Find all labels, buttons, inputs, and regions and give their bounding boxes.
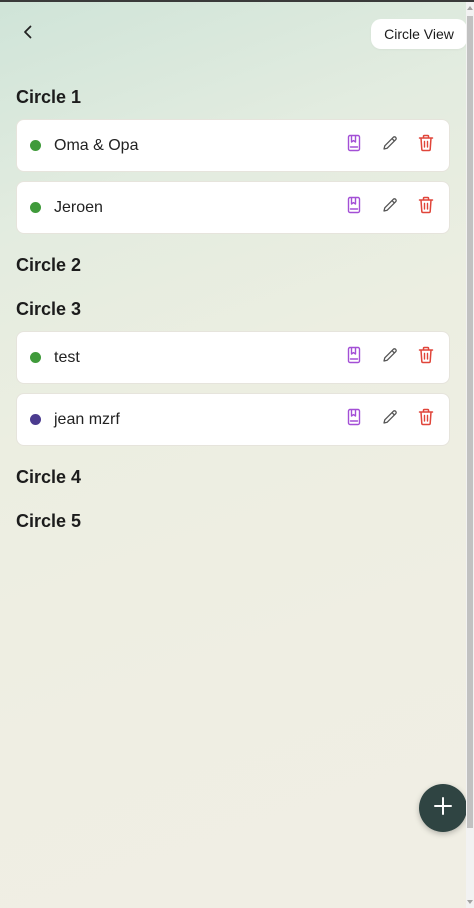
person-card[interactable]: test (16, 331, 450, 384)
journal-icon (346, 134, 362, 157)
journal-icon (346, 346, 362, 369)
edit-button[interactable] (378, 408, 402, 432)
edit-button[interactable] (378, 196, 402, 220)
circle-title: Circle 2 (16, 255, 82, 275)
person-card[interactable]: Jeroen (16, 181, 450, 234)
journal-button[interactable] (342, 134, 366, 158)
delete-button[interactable] (414, 196, 438, 220)
circle-list: Circle 1 Oma & Opa Jeroen Circle 2 Circl… (16, 86, 450, 543)
person-name: jean mzrf (54, 410, 120, 428)
pencil-icon (381, 408, 399, 431)
scroll-down-arrow[interactable] (466, 896, 474, 908)
status-dot (30, 414, 41, 425)
circle-section: Circle 4 (16, 466, 450, 488)
journal-button[interactable] (342, 346, 366, 370)
plus-icon (433, 796, 453, 821)
trash-icon (418, 196, 434, 219)
circle-section: Circle 5 (16, 510, 450, 532)
delete-button[interactable] (414, 408, 438, 432)
circle-section: Circle 2 (16, 254, 450, 276)
circle-title: Circle 1 (16, 87, 82, 107)
pencil-icon (381, 346, 399, 369)
status-dot (30, 140, 41, 151)
person-name: test (54, 348, 80, 366)
person-actions (330, 134, 438, 158)
scrollbar-thumb[interactable] (467, 16, 473, 828)
trash-icon (418, 408, 434, 431)
circle-title: Circle 3 (16, 299, 82, 319)
delete-button[interactable] (414, 346, 438, 370)
person-name: Jeroen (54, 198, 103, 216)
person-card[interactable]: Oma & Opa (16, 119, 450, 172)
circle-section: Circle 3 test jean mzrf (16, 298, 450, 446)
back-button[interactable] (14, 20, 42, 48)
journal-button[interactable] (342, 408, 366, 432)
trash-icon (418, 134, 434, 157)
journal-button[interactable] (342, 196, 366, 220)
circle-section: Circle 1 Oma & Opa Jeroen (16, 86, 450, 234)
status-dot (30, 352, 41, 363)
vertical-scrollbar[interactable] (466, 2, 474, 908)
add-person-button[interactable] (419, 784, 467, 832)
pencil-icon (381, 134, 399, 157)
person-actions (330, 196, 438, 220)
trash-icon (418, 346, 434, 369)
circle-view-button[interactable]: Circle View (371, 19, 467, 49)
circle-title: Circle 4 (16, 467, 82, 487)
person-actions (330, 346, 438, 370)
scroll-up-arrow[interactable] (466, 2, 474, 14)
person-actions (330, 408, 438, 432)
edit-button[interactable] (378, 134, 402, 158)
window-top-border (0, 0, 474, 2)
pencil-icon (381, 196, 399, 219)
journal-icon (346, 196, 362, 219)
edit-button[interactable] (378, 346, 402, 370)
person-card[interactable]: jean mzrf (16, 393, 450, 446)
journal-icon (346, 408, 362, 431)
chevron-left-icon (20, 24, 36, 45)
status-dot (30, 202, 41, 213)
person-name: Oma & Opa (54, 136, 139, 154)
delete-button[interactable] (414, 134, 438, 158)
circle-title: Circle 5 (16, 511, 82, 531)
